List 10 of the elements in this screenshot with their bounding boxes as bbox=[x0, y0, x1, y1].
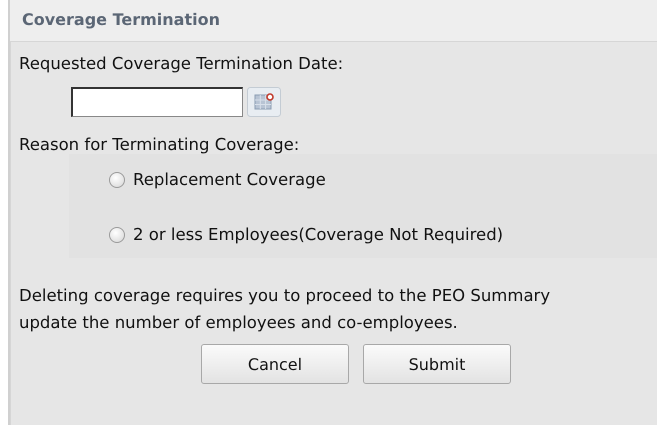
field-label: Reason for Terminating Coverage: bbox=[19, 135, 300, 154]
date-field[interactable] bbox=[71, 87, 243, 117]
calendar-icon[interactable] bbox=[247, 87, 281, 117]
dialog-button[interactable]: Cancel bbox=[201, 344, 349, 384]
dialog-button[interactable]: Submit bbox=[363, 344, 511, 384]
field-label: Requested Coverage Termination Date: bbox=[19, 54, 344, 73]
dialog-title: Coverage Termination bbox=[21, 9, 221, 31]
note-text: Deleting coverage requires you to proceed to the PEO Summary update the number of employees and co-employees. bbox=[19, 285, 552, 334]
radio-option[interactable]: Replacement Coverage bbox=[109, 170, 657, 189]
radio-option[interactable]: 2 or less Employees(Coverage Not Required) bbox=[109, 225, 657, 244]
